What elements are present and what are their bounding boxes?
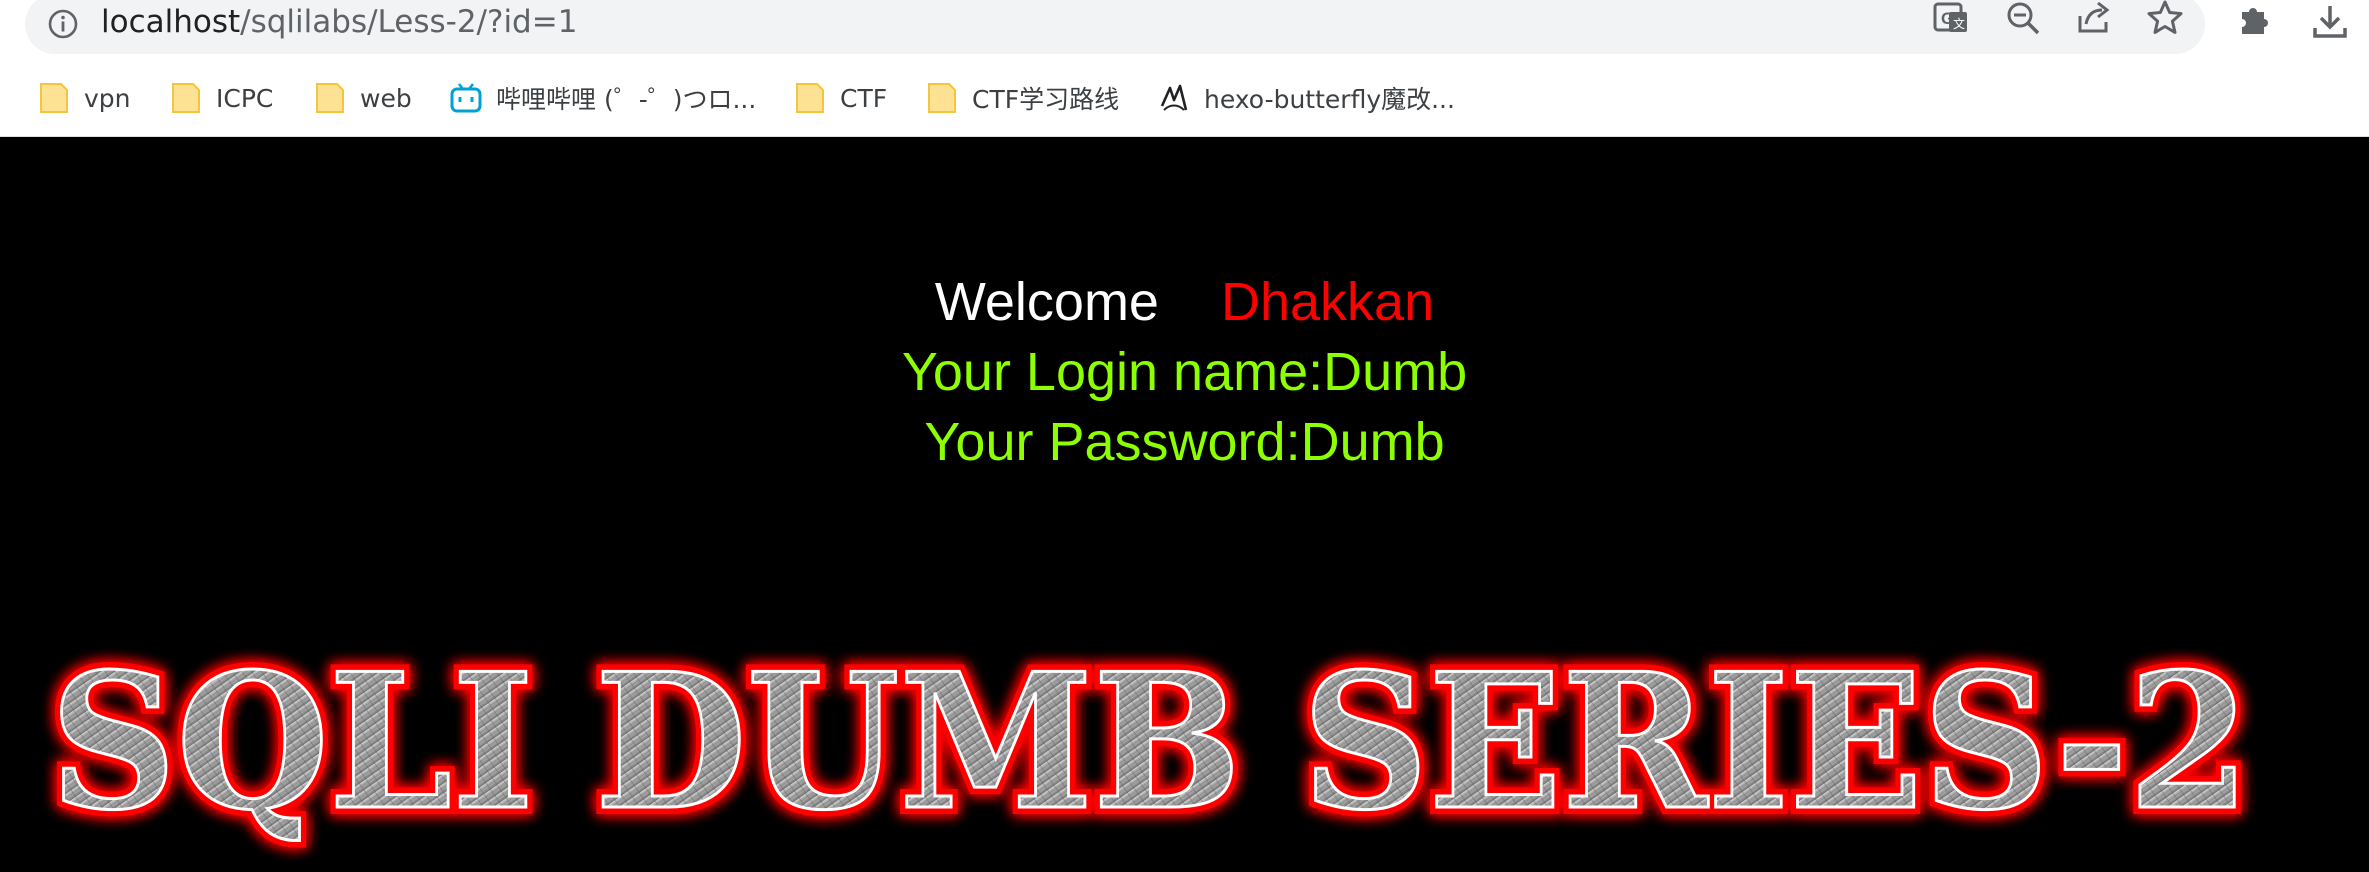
bookmark-vpn[interactable]: vpn [38, 70, 131, 126]
bookmarks-bar: vpn ICPC web 哔哩哔哩 (゜-゜)つロ... CTF CTF学习路线… [0, 70, 2369, 126]
bookmark-label: ICPC [216, 83, 274, 113]
login-name-text: Your Login name:Dumb [901, 342, 1468, 402]
address-bar[interactable]: localhost/sqlilabs/Less-2/?id=1 G文 [25, 0, 2205, 54]
password-text: Your Password:Dumb [924, 412, 1445, 472]
bookmark-icpc[interactable]: ICPC [170, 70, 273, 126]
url-text[interactable]: localhost/sqlilabs/Less-2/?id=1 [101, 2, 577, 42]
bookmark-label: vpn [84, 83, 131, 113]
bookmark-ctf-roadmap[interactable]: CTF学习路线 [926, 70, 1119, 126]
url-path: /sqlilabs/Less-2/?id=1 [240, 4, 578, 40]
banner-image: SQLI DUMB SERIES-2 SQLI DUMB SERIES-2 [43, 625, 2257, 858]
browser-chrome: localhost/sqlilabs/Less-2/?id=1 G文 vpn I… [0, 0, 2369, 137]
bookmark-bilibili[interactable]: 哔哩哔哩 (゜-゜)つロ... [450, 70, 756, 126]
bilibili-icon [450, 83, 482, 113]
folder-icon [172, 83, 200, 113]
svg-text:文: 文 [1953, 16, 1965, 31]
star-icon[interactable] [2145, 0, 2185, 38]
share-icon[interactable] [2074, 0, 2114, 38]
folder-icon [40, 83, 68, 113]
welcome-text: Welcome [934, 272, 1159, 332]
banner-main-text: SQLI DUMB SERIES-2 [50, 632, 2250, 851]
welcome-line: Welcome Dhakkan [0, 271, 2369, 333]
page-content: Welcome Dhakkan Your Login name:Dumb Your… [0, 137, 2369, 872]
bookmark-label: hexo-butterfly魔改... [1204, 85, 1455, 114]
site-info-icon[interactable] [47, 8, 79, 40]
bookmark-ctf[interactable]: CTF [794, 70, 887, 126]
bookmark-web[interactable]: web [314, 70, 412, 126]
bookmark-hexo-butterfly[interactable]: hexo-butterfly魔改... [1158, 70, 1455, 126]
bookmark-label: 哔哩哔哩 (゜-゜)つロ... [496, 85, 757, 114]
extensions-icon[interactable] [2234, 0, 2274, 40]
bookmark-label: CTF学习路线 [972, 85, 1120, 114]
bookmark-label: web [360, 83, 412, 113]
download-icon[interactable] [2310, 2, 2350, 42]
zoom-out-icon[interactable] [2003, 0, 2043, 38]
folder-icon [928, 83, 956, 113]
folder-icon [316, 83, 344, 113]
site-logo-icon [1160, 84, 1188, 111]
translate-icon[interactable]: G文 [1931, 0, 1971, 38]
url-host: localhost [101, 4, 241, 40]
bookmark-label: CTF [840, 83, 888, 113]
folder-icon [796, 83, 824, 113]
user-alias: Dhakkan [1220, 272, 1435, 332]
